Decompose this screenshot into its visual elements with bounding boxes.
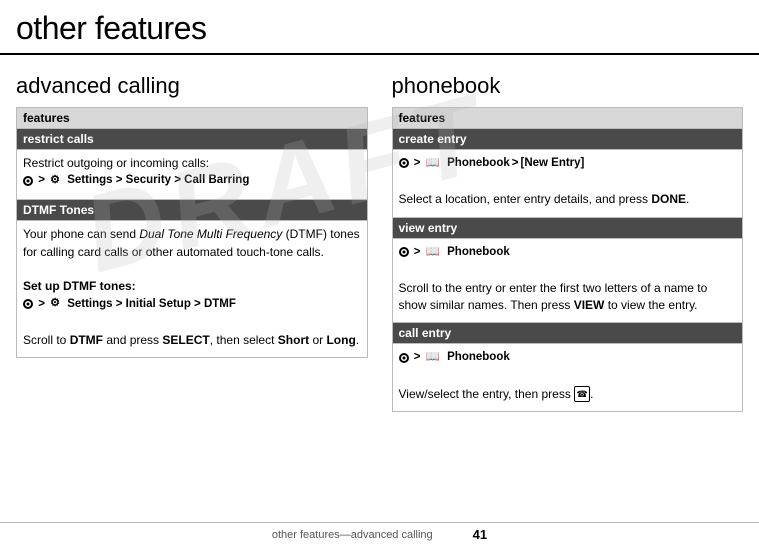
view-entry-label: view entry [392,217,743,238]
call-entry-label: call entry [392,323,743,344]
dtmf-nav-text: Settings > Initial Setup > DTMF [67,296,236,313]
call-entry-content: > 📖 Phonebook View/select the entry, the… [392,344,743,412]
call-entry-description: View/select the entry, then press ☎. [399,387,594,401]
phonebook-heading: phonebook [392,73,744,99]
call-entry-name-row: call entry [392,323,743,344]
nav-bullet-dtmf [23,299,33,309]
dtmf-nav: > ⚙ Settings > Initial Setup > DTMF [23,296,236,313]
call-entry-nav: > 📖 Phonebook [399,349,510,366]
dtmf-content-row: Your phone can send Dual Tone Multi Freq… [17,221,368,358]
phonebook-icon-call: 📖 [426,349,440,366]
dtmf-label: DTMF Tones [17,200,368,221]
footer-left-text: other features—advanced calling [272,529,433,541]
restrict-calls-content-row: Restrict outgoing or incoming calls: > ⚙… [17,150,368,200]
view-entry-description: Scroll to the entry or enter the first t… [399,281,708,312]
dtmf-description: Your phone can send Dual Tone Multi Freq… [23,227,360,258]
create-entry-content-row: > 📖 Phonebook > [New Entry] Select a loc… [392,150,743,218]
view-entry-content: > 📖 Phonebook Scroll to the entry or ent… [392,238,743,323]
page-title: other features [16,10,743,47]
phonebook-icon-create: 📖 [426,155,440,172]
nav-bullet-create [399,158,409,168]
view-entry-nav: > 📖 Phonebook [399,244,510,261]
right-table-header-row: features [392,108,743,129]
call-button-icon: ☎ [574,386,590,402]
phonebook-icon-view: 📖 [426,244,440,261]
view-entry-name-row: view entry [392,217,743,238]
create-entry-nav: > 📖 Phonebook > [New Entry] [399,155,585,172]
create-entry-description: Select a location, enter entry details, … [399,192,690,206]
nav-bullet-view [399,247,409,257]
footer-page-number: 41 [473,527,487,542]
left-table-header-row: features [17,108,368,129]
page-header: other features [0,0,759,55]
nav-bullet-call [399,353,409,363]
create-entry-content: > 📖 Phonebook > [New Entry] Select a loc… [392,150,743,218]
left-column: advanced calling features restrict calls… [16,73,368,412]
create-entry-name-row: create entry [392,129,743,150]
dtmf-name-row: DTMF Tones [17,200,368,221]
left-table-header-cell: features [17,108,368,129]
right-column: phonebook features create entry > 📖 Phon… [392,73,744,412]
restrict-calls-description: Restrict outgoing or incoming calls: [23,156,209,170]
call-entry-content-row: > 📖 Phonebook View/select the entry, the… [392,344,743,412]
create-entry-label: create entry [392,129,743,150]
advanced-calling-table: features restrict calls Restrict outgoin… [16,107,368,358]
dtmf-content: Your phone can send Dual Tone Multi Freq… [17,221,368,358]
restrict-nav-text: Settings > Security > Call Barring [67,172,249,189]
restrict-calls-nav: > ⚙ Settings > Security > Call Barring [23,172,249,189]
dtmf-setup-label: Set up DTMF tones: [23,279,136,293]
right-table-header-cell: features [392,108,743,129]
view-entry-content-row: > 📖 Phonebook Scroll to the entry or ent… [392,238,743,323]
advanced-calling-heading: advanced calling [16,73,368,99]
restrict-calls-label: restrict calls [17,129,368,150]
phonebook-table: features create entry > 📖 Phonebook > [N… [392,107,744,412]
dtmf-scroll-text: Scroll to DTMF and press SELECT, then se… [23,333,359,347]
settings-icon-restrict: ⚙ [50,173,60,189]
settings-icon-dtmf: ⚙ [50,296,60,312]
restrict-calls-content: Restrict outgoing or incoming calls: > ⚙… [17,150,368,200]
nav-bullet-restrict [23,176,33,186]
page-footer: other features—advanced calling 41 [0,522,759,542]
restrict-calls-name-row: restrict calls [17,129,368,150]
